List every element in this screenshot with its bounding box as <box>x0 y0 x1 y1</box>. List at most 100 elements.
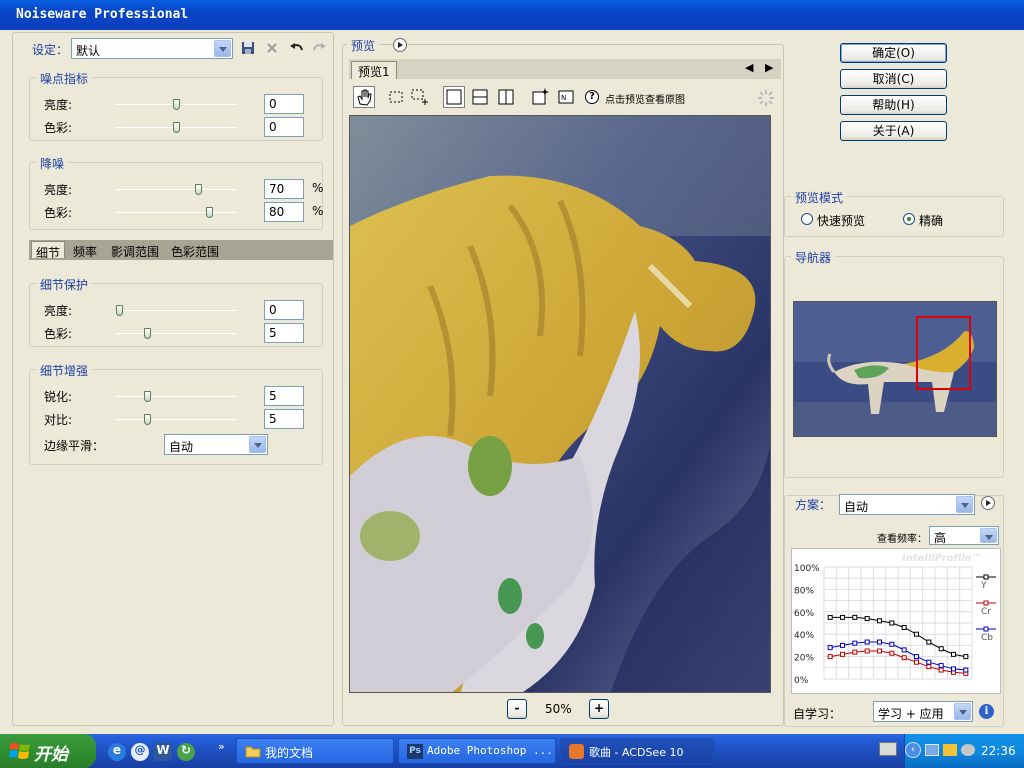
tab-scroll-left-icon[interactable]: ◀ <box>745 61 753 74</box>
preview-mode-group: 预览模式 快速预览 精确 <box>784 189 1004 237</box>
split-vertical-icon[interactable] <box>495 86 517 108</box>
accurate-radio[interactable] <box>903 213 915 225</box>
noise-chroma-slider[interactable] <box>172 122 180 133</box>
contrast-slider[interactable] <box>144 414 152 425</box>
data-point <box>889 650 895 656</box>
save-icon[interactable] <box>241 41 255 58</box>
detail-protection-group: 细节保护 亮度: 0 色彩: 5 <box>29 276 323 347</box>
data-point <box>877 618 882 624</box>
add-marquee-icon[interactable] <box>409 86 431 108</box>
chevron-down-icon[interactable] <box>980 528 997 543</box>
sharpen-track[interactable] <box>116 396 236 397</box>
tab-detail[interactable]: 细节 <box>31 241 66 260</box>
data-point <box>864 616 870 622</box>
keyboard-icon[interactable] <box>879 742 897 756</box>
security-alert-icon[interactable] <box>943 744 957 756</box>
quicklaunch-more-icon[interactable]: » <box>218 740 225 753</box>
help-button[interactable]: 帮助(H) <box>840 95 947 115</box>
tray-collapse-icon[interactable]: ‹ <box>905 742 921 758</box>
tab-preview-1[interactable]: 预览1 <box>351 61 397 79</box>
data-point <box>889 620 895 626</box>
tab-tone-range[interactable]: 影调范围 <box>107 241 163 259</box>
task-label: 我的文档 <box>265 746 314 760</box>
start-button[interactable]: 开始 <box>0 734 96 768</box>
reduce-luma-field[interactable]: 70 <box>264 179 304 199</box>
info-icon[interactable]: i <box>979 704 994 719</box>
protect-chroma-field[interactable]: 5 <box>264 323 304 343</box>
outlook-icon[interactable]: @ <box>131 743 149 761</box>
tab-frequency[interactable]: 频率 <box>69 241 101 259</box>
undo-icon[interactable] <box>289 41 305 58</box>
browser-icon[interactable]: ↻ <box>177 743 195 761</box>
contrast-field[interactable]: 5 <box>264 409 304 429</box>
task-label: 歌曲 - ACDSee 10 <box>589 746 684 759</box>
word-icon[interactable]: W <box>154 743 172 761</box>
noise-chroma-field[interactable]: 0 <box>264 117 304 137</box>
sharpen-field[interactable]: 5 <box>264 386 304 406</box>
edge-smooth-select[interactable]: 自动 <box>164 434 268 455</box>
protect-chroma-slider[interactable] <box>144 328 152 339</box>
data-point <box>877 648 882 654</box>
about-button[interactable]: 关于(A) <box>840 121 947 141</box>
reduce-chroma-slider[interactable] <box>206 207 214 218</box>
tab-color-range[interactable]: 色彩范围 <box>167 241 223 259</box>
task-acdsee[interactable]: 歌曲 - ACDSee 10 <box>560 738 714 764</box>
chevron-down-icon[interactable] <box>956 496 973 513</box>
protect-luma-track[interactable] <box>116 310 236 311</box>
split-horizontal-icon[interactable] <box>469 86 491 108</box>
y-tick-label: 80% <box>794 586 814 596</box>
chevron-down-icon[interactable] <box>214 40 231 57</box>
clock: 22:36 <box>981 744 1016 758</box>
task-photoshop[interactable]: Ps Adobe Photoshop ... <box>398 738 556 764</box>
task-my-documents[interactable]: 我的文档 <box>236 738 394 764</box>
ok-button[interactable]: 确定(O) <box>840 43 947 63</box>
marquee-tool-icon[interactable] <box>385 86 407 108</box>
reduce-luma-slider[interactable] <box>195 184 203 195</box>
network-icon[interactable] <box>925 744 939 756</box>
cancel-button[interactable]: 取消(C) <box>840 69 947 89</box>
preview-image[interactable] <box>349 115 771 693</box>
acdsee-icon <box>569 744 584 759</box>
legend-marker <box>983 600 989 606</box>
preview-menu-button[interactable] <box>393 38 407 52</box>
zoom-out-button[interactable]: - <box>507 699 527 719</box>
preset-label: 设定： <box>32 43 69 57</box>
zoom-in-button[interactable]: + <box>589 699 609 719</box>
chevron-down-icon[interactable] <box>954 703 971 720</box>
reduce-chroma-field[interactable]: 80 <box>264 202 304 222</box>
noise-luma-field[interactable]: 0 <box>264 94 304 114</box>
help-circle-icon[interactable]: ? <box>585 90 599 104</box>
new-preview-icon[interactable] <box>529 86 551 108</box>
data-point <box>938 646 944 652</box>
data-point <box>864 639 870 645</box>
contrast-track[interactable] <box>116 419 236 420</box>
hand-tool-icon[interactable] <box>353 86 375 108</box>
y-tick-label: 40% <box>794 631 814 641</box>
fast-preview-radio[interactable] <box>801 213 813 225</box>
mask-preview-icon[interactable]: N <box>555 86 577 108</box>
volume-icon[interactable] <box>961 744 975 756</box>
reduce-chroma-track[interactable] <box>116 212 236 213</box>
navigator-thumbnail[interactable] <box>793 301 997 437</box>
delete-icon[interactable] <box>265 41 279 58</box>
reduce-luma-track[interactable] <box>116 189 236 190</box>
protect-luma-slider[interactable] <box>116 305 123 316</box>
ie-icon[interactable]: e <box>108 743 126 761</box>
navigator-view-box[interactable] <box>916 316 971 390</box>
chevron-down-icon[interactable] <box>249 436 266 453</box>
scheme-menu-button[interactable] <box>981 496 995 510</box>
view-frequency-select[interactable]: 高 <box>929 526 999 545</box>
tab-scroll-right-icon[interactable]: ▶ <box>765 61 773 74</box>
redo-icon[interactable] <box>311 41 327 58</box>
zoom-level: 50% <box>545 702 572 716</box>
protect-luma-field[interactable]: 0 <box>264 300 304 320</box>
sharpen-slider[interactable] <box>144 391 152 402</box>
navigator-title: 导航器 <box>791 249 836 266</box>
scheme-select[interactable]: 自动 <box>839 494 975 515</box>
fast-preview-label: 快速预览 <box>817 214 866 228</box>
protect-chroma-track[interactable] <box>116 333 236 334</box>
noise-luma-slider[interactable] <box>172 99 180 110</box>
self-learn-select[interactable]: 学习 + 应用 <box>873 701 973 722</box>
single-view-icon[interactable] <box>443 86 465 108</box>
preset-select[interactable]: 默认 <box>71 38 233 59</box>
